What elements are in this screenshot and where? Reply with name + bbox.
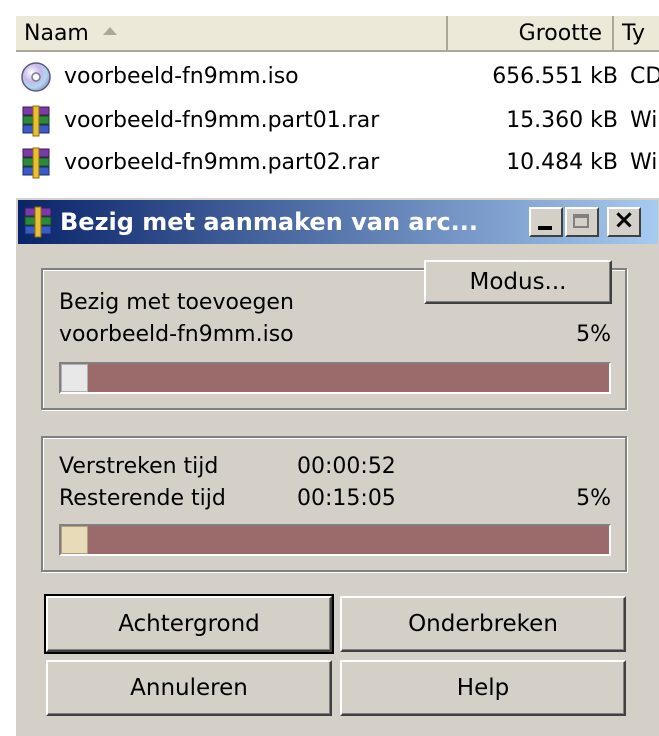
file-name: voorbeeld-fn9mm.iso <box>64 64 299 89</box>
minimize-button[interactable] <box>529 207 563 237</box>
column-type-label: Ty <box>622 21 646 46</box>
file-row[interactable]: voorbeeld-fn9mm.iso 656.551 kB CD <box>16 58 659 96</box>
file-row[interactable]: voorbeeld-fn9mm.part01.rar 15.360 kB Wi <box>16 102 659 140</box>
sort-ascending-icon <box>102 27 117 35</box>
file-row[interactable]: voorbeeld-fn9mm.part02.rar 10.484 kB Wi <box>16 144 659 182</box>
current-file-label: voorbeeld-fn9mm.iso <box>59 322 294 347</box>
close-button[interactable]: × <box>607 205 641 237</box>
file-type: Wi <box>630 108 658 133</box>
maximize-button[interactable] <box>565 207 599 237</box>
column-size-label: Grootte <box>518 21 602 46</box>
winrar-archive-icon <box>22 147 50 179</box>
mode-button[interactable]: Modus... <box>424 260 612 304</box>
close-icon: × <box>613 205 635 235</box>
column-header-type[interactable]: Ty <box>614 16 659 52</box>
help-button[interactable]: Help <box>340 660 626 716</box>
total-percent-label: 5% <box>576 486 611 511</box>
remaining-time-value: 00:15:05 <box>297 486 396 511</box>
file-name: voorbeeld-fn9mm.part02.rar <box>64 150 380 175</box>
file-name: voorbeeld-fn9mm.part01.rar <box>64 108 380 133</box>
cancel-button[interactable]: Annuleren <box>46 660 332 716</box>
file-size: 15.360 kB <box>506 108 618 133</box>
winrar-app-icon <box>24 206 52 238</box>
maximize-icon <box>573 214 589 228</box>
column-header-size[interactable]: Grootte <box>448 16 614 52</box>
window-title: Bezig met aanmaken van arc... <box>60 208 479 236</box>
file-percent-label: 5% <box>576 322 611 347</box>
elapsed-time-value: 00:00:52 <box>297 454 396 479</box>
minimize-icon <box>538 226 552 230</box>
file-progress-fill <box>61 364 89 392</box>
file-type: Wi <box>630 150 658 175</box>
title-bar[interactable]: Bezig met aanmaken van arc... × <box>18 200 658 244</box>
background-button[interactable]: Achtergrond <box>44 594 334 654</box>
winrar-archive-icon <box>22 105 50 137</box>
archive-progress-dialog: Bezig met aanmaken van arc... × Bezig me… <box>14 196 659 736</box>
file-progress-bar <box>59 362 611 394</box>
column-name-label: Naam <box>24 21 89 46</box>
column-header-name[interactable]: Naam <box>16 16 448 52</box>
file-type: CD <box>630 64 659 89</box>
cd-disc-icon <box>21 62 51 92</box>
remaining-time-label: Resterende tijd <box>59 486 226 511</box>
total-progress-bar <box>59 524 611 556</box>
action-label: Bezig met toevoegen <box>59 290 294 315</box>
file-list: Naam Grootte Ty voorbeeld-fn9mm.iso 656.… <box>0 0 659 190</box>
total-progress-group: Verstreken tijd 00:00:52 Resterende tijd… <box>41 436 627 572</box>
pause-button[interactable]: Onderbreken <box>340 596 626 652</box>
total-progress-fill <box>61 526 89 554</box>
elapsed-time-label: Verstreken tijd <box>59 454 219 479</box>
file-size: 656.551 kB <box>492 64 618 89</box>
file-size: 10.484 kB <box>506 150 618 175</box>
